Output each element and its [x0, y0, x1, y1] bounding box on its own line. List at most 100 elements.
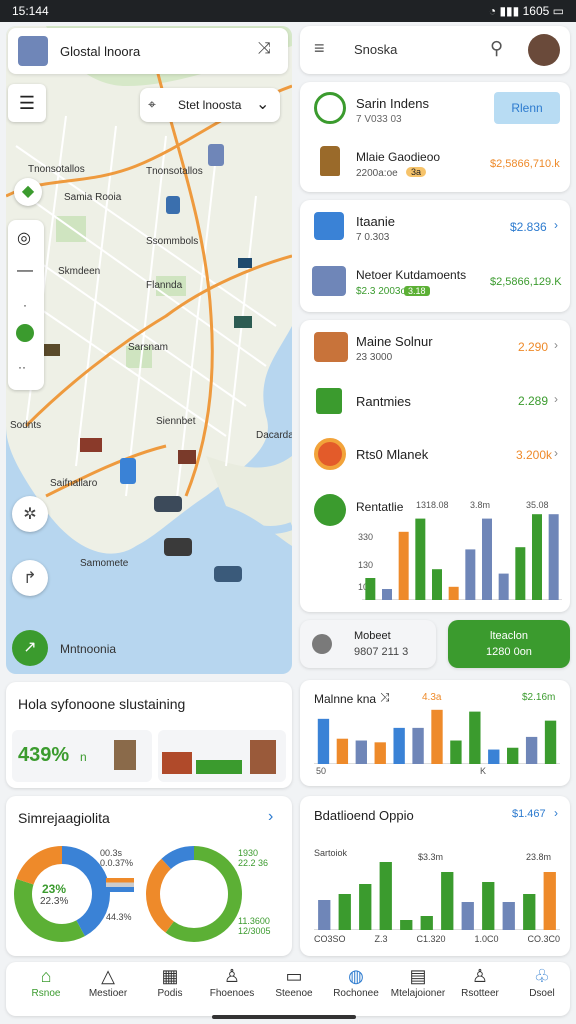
- shuffle-icon[interactable]: ⤨: [258, 40, 271, 58]
- map-label: Tnonsotallos: [146, 166, 203, 177]
- dot-icon[interactable]: ·: [23, 298, 27, 312]
- bar: [432, 569, 442, 600]
- pin-icon[interactable]: ◆: [14, 178, 42, 206]
- stat-sub: 23 3000: [356, 352, 393, 363]
- axis-label: 50: [316, 766, 327, 776]
- nav-item[interactable]: ◍ Rochonee: [324, 966, 388, 999]
- locate-icon[interactable]: ◎: [17, 228, 31, 248]
- building-marker[interactable]: [178, 450, 196, 464]
- bar: [525, 736, 538, 764]
- nav-item-label: Rochonee: [333, 988, 379, 999]
- summary-subtitle: 7 V033 03: [356, 114, 402, 125]
- status-time: 15:144: [12, 4, 49, 18]
- building-marker[interactable]: [208, 144, 224, 166]
- map-label: Sarsnam: [128, 342, 169, 353]
- nav-item[interactable]: ⌂ Rsnoe: [14, 966, 78, 999]
- summary-action-button[interactable]: Rlenn: [494, 92, 560, 124]
- map-header[interactable]: Glostal lnoora ⤨: [8, 28, 288, 74]
- bar: [398, 531, 409, 600]
- nav-item[interactable]: ▭ Steenoe: [262, 966, 326, 999]
- donut-center-value: 23%: [42, 882, 67, 896]
- donut-label: 11.3600: [238, 916, 270, 926]
- axis-label: Z.3: [374, 934, 388, 944]
- summary-card: Sarin Indens 7 V033 03 Rlenn Mlaie Gaodi…: [300, 82, 570, 192]
- nav-item[interactable]: ♧ Dsoel: [510, 966, 574, 999]
- building-marker[interactable]: [234, 316, 252, 328]
- more-icon[interactable]: ··: [18, 360, 26, 374]
- bar: [338, 894, 351, 930]
- nav-item[interactable]: △ Mestioer: [76, 966, 140, 999]
- vehicle-marker[interactable]: [154, 496, 182, 512]
- bar: [544, 720, 557, 764]
- map-toolbar: ◎ — · ··: [8, 220, 44, 390]
- map-label: Samia Rooia: [64, 192, 122, 203]
- route-icon[interactable]: ↱: [12, 560, 48, 596]
- map-label: Saifnallaro: [50, 478, 98, 489]
- building-marker[interactable]: [120, 458, 136, 484]
- card-title: Simrejaagiolita: [18, 810, 110, 826]
- bar: [412, 727, 424, 764]
- bar-chart: [314, 709, 560, 764]
- nav-item[interactable]: ▤ Mtelajoioner: [386, 966, 450, 999]
- bar: [400, 920, 413, 930]
- zoom-out-icon[interactable]: —: [17, 262, 33, 280]
- city-icon: [18, 36, 48, 66]
- vehicle-marker[interactable]: [214, 566, 242, 582]
- building-marker[interactable]: [166, 196, 180, 214]
- secondary-button-sub: 9807 211 3: [354, 646, 409, 658]
- search-icon[interactable]: ⚲: [490, 38, 503, 59]
- card-title: Bdatlioend Oppio: [314, 808, 414, 823]
- map-filter-dropdown[interactable]: ⌖ Stet lnoosta ⌄: [140, 88, 280, 122]
- vehicle-marker[interactable]: [164, 538, 192, 556]
- chevron-right-icon[interactable]: ›: [268, 808, 273, 826]
- list-card: Itaanie 7 0.303 $2.836 › Netoer Kutdamoe…: [300, 200, 570, 312]
- bar-chart: [314, 862, 560, 930]
- bar: [431, 709, 443, 764]
- card-title: Malnne kna: [314, 692, 377, 706]
- chevron-right-icon[interactable]: ›: [554, 446, 558, 460]
- layer-icon[interactable]: [16, 324, 34, 342]
- chevron-right-icon[interactable]: ›: [554, 392, 558, 406]
- chart-value: $1.467: [512, 808, 546, 820]
- bar: [543, 872, 556, 930]
- search-bar[interactable]: ≡ Snoska ⚲: [300, 26, 570, 74]
- nav-item-label: Dsoel: [529, 988, 555, 999]
- map-label: Siennbet: [156, 416, 196, 427]
- menu-icon[interactable]: ☰: [8, 84, 46, 122]
- nav-item-label: Podis: [157, 988, 183, 999]
- bar: [317, 718, 330, 764]
- settings-icon[interactable]: ✲: [12, 496, 48, 532]
- sustainability-card: Hola syfonoone slustaining 439% n: [6, 682, 292, 788]
- bar: [336, 738, 349, 764]
- map-label: Samomete: [80, 558, 129, 569]
- stat-value: 3.200k: [516, 448, 553, 462]
- map-panel[interactable]: Tnonsotallos Samia Rooia Tnonsotallos Ss…: [6, 26, 292, 674]
- search-input[interactable]: Snoska: [354, 42, 397, 57]
- avatar[interactable]: [528, 34, 560, 66]
- list-item-sub: 7 0.303: [356, 232, 390, 243]
- bar: [355, 740, 367, 764]
- chevron-right-icon[interactable]: ›: [554, 218, 558, 232]
- vehicle-marker[interactable]: [42, 344, 60, 356]
- award-icon: [314, 92, 346, 124]
- status-badge: 3a: [406, 167, 427, 177]
- donut-label: 12/3005: [238, 926, 271, 936]
- primary-button[interactable]: lteaclon 1280 0on: [448, 620, 570, 668]
- map-label: Tnonsotallos: [28, 164, 85, 175]
- share-icon[interactable]: ↗: [12, 630, 48, 666]
- chevron-down-icon: ⌄: [256, 96, 270, 113]
- chevron-right-icon[interactable]: ›: [554, 806, 558, 820]
- building-marker[interactable]: [238, 258, 252, 268]
- secondary-button[interactable]: Mobeet 9807 211 3: [300, 620, 436, 668]
- nav-item[interactable]: ♙ Fhoenoes: [200, 966, 264, 999]
- building-icon: [250, 740, 276, 774]
- wifi-icon: ◔: [488, 4, 497, 18]
- battery-icon: ▭: [552, 4, 564, 18]
- nav-item[interactable]: ▦ Podis: [138, 966, 202, 999]
- chart-label: 1318.08: [416, 500, 449, 510]
- building-marker[interactable]: [80, 438, 102, 452]
- chevron-right-icon[interactable]: ›: [554, 338, 558, 352]
- menu-icon[interactable]: ≡: [314, 38, 325, 59]
- stats-card: Maine Solnur 23 3000 2.290 › Rantmies 2.…: [300, 320, 570, 612]
- nav-item[interactable]: ♙ Rsotteer: [448, 966, 512, 999]
